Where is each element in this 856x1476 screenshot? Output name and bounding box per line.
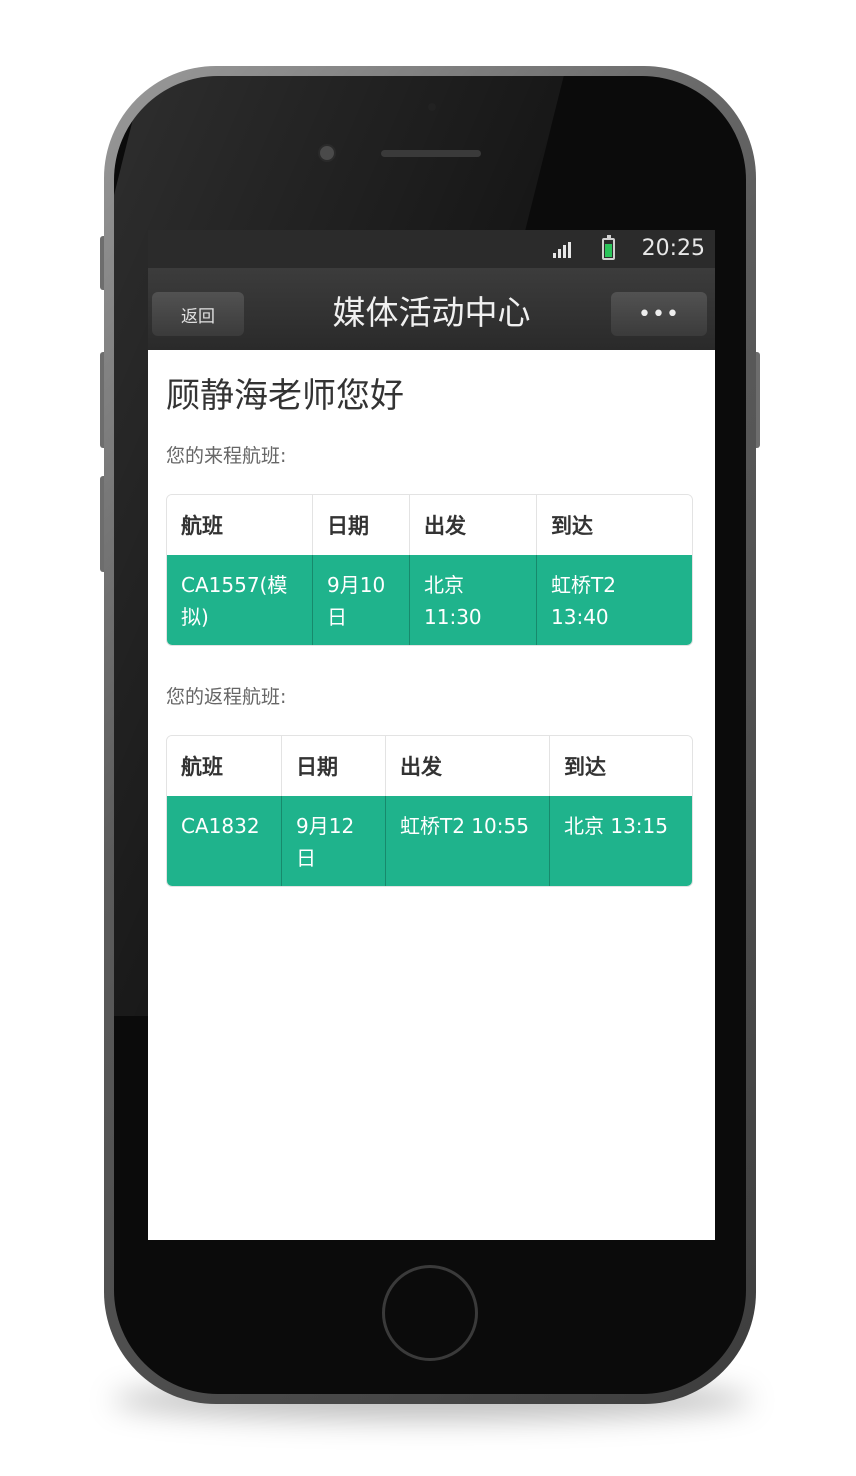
status-bar: 20:25 xyxy=(148,230,715,268)
departure-cell: 虹桥T2 10:55 xyxy=(386,796,550,886)
table-header-row: 航班 日期 出发 到达 xyxy=(167,736,692,796)
flight-date-cell: 9月12日 xyxy=(282,796,386,886)
greeting-heading: 顾静海老师您好 xyxy=(166,376,404,416)
outbound-flight-table: 航班 日期 出发 到达 CA1557(模拟) 9月10日 北京 11:30 虹桥… xyxy=(166,494,693,646)
departure-cell: 北京 11:30 xyxy=(410,555,537,645)
return-flight-table: 航班 日期 出发 到达 CA1832 9月12日 虹桥T2 10:55 北京 1… xyxy=(166,735,693,887)
home-button[interactable] xyxy=(382,1265,478,1361)
table-header-row: 航班 日期 出发 到达 xyxy=(167,495,692,555)
column-header-arrival: 到达 xyxy=(550,736,692,796)
column-header-flight: 航班 xyxy=(167,495,313,555)
flight-date-cell: 9月10日 xyxy=(313,555,410,645)
column-header-arrival: 到达 xyxy=(537,495,692,555)
battery-icon xyxy=(602,235,615,260)
flight-number-cell: CA1557(模拟) xyxy=(167,555,313,645)
more-menu-button[interactable]: ••• xyxy=(611,292,707,336)
proximity-sensor xyxy=(428,103,436,111)
flight-number-cell: CA1832 xyxy=(167,796,282,886)
return-flight-label: 您的返程航班: xyxy=(166,686,287,708)
table-row: CA1832 9月12日 虹桥T2 10:55 北京 13:15 xyxy=(167,796,692,886)
column-header-flight: 航班 xyxy=(167,736,282,796)
column-header-date: 日期 xyxy=(282,736,386,796)
arrival-cell: 北京 13:15 xyxy=(550,796,692,886)
column-header-departure: 出发 xyxy=(386,736,550,796)
signal-icon xyxy=(553,242,573,258)
outbound-flight-label: 您的来程航班: xyxy=(166,445,287,467)
column-header-departure: 出发 xyxy=(410,495,537,555)
arrival-cell: 虹桥T2 13:40 xyxy=(537,555,692,645)
phone-screen: 20:25 返回 媒体活动中心 ••• 顾静海老师您好 您的来程航班: 航班 日… xyxy=(148,230,715,1240)
earpiece-speaker xyxy=(381,150,481,157)
status-time: 20:25 xyxy=(641,236,705,261)
column-header-date: 日期 xyxy=(313,495,410,555)
front-camera xyxy=(318,144,336,162)
table-row: CA1557(模拟) 9月10日 北京 11:30 虹桥T2 13:40 xyxy=(167,555,692,645)
page-content: 顾静海老师您好 您的来程航班: 航班 日期 出发 到达 CA1557(模拟) 9… xyxy=(148,350,715,887)
nav-bar: 返回 媒体活动中心 ••• xyxy=(148,268,715,350)
